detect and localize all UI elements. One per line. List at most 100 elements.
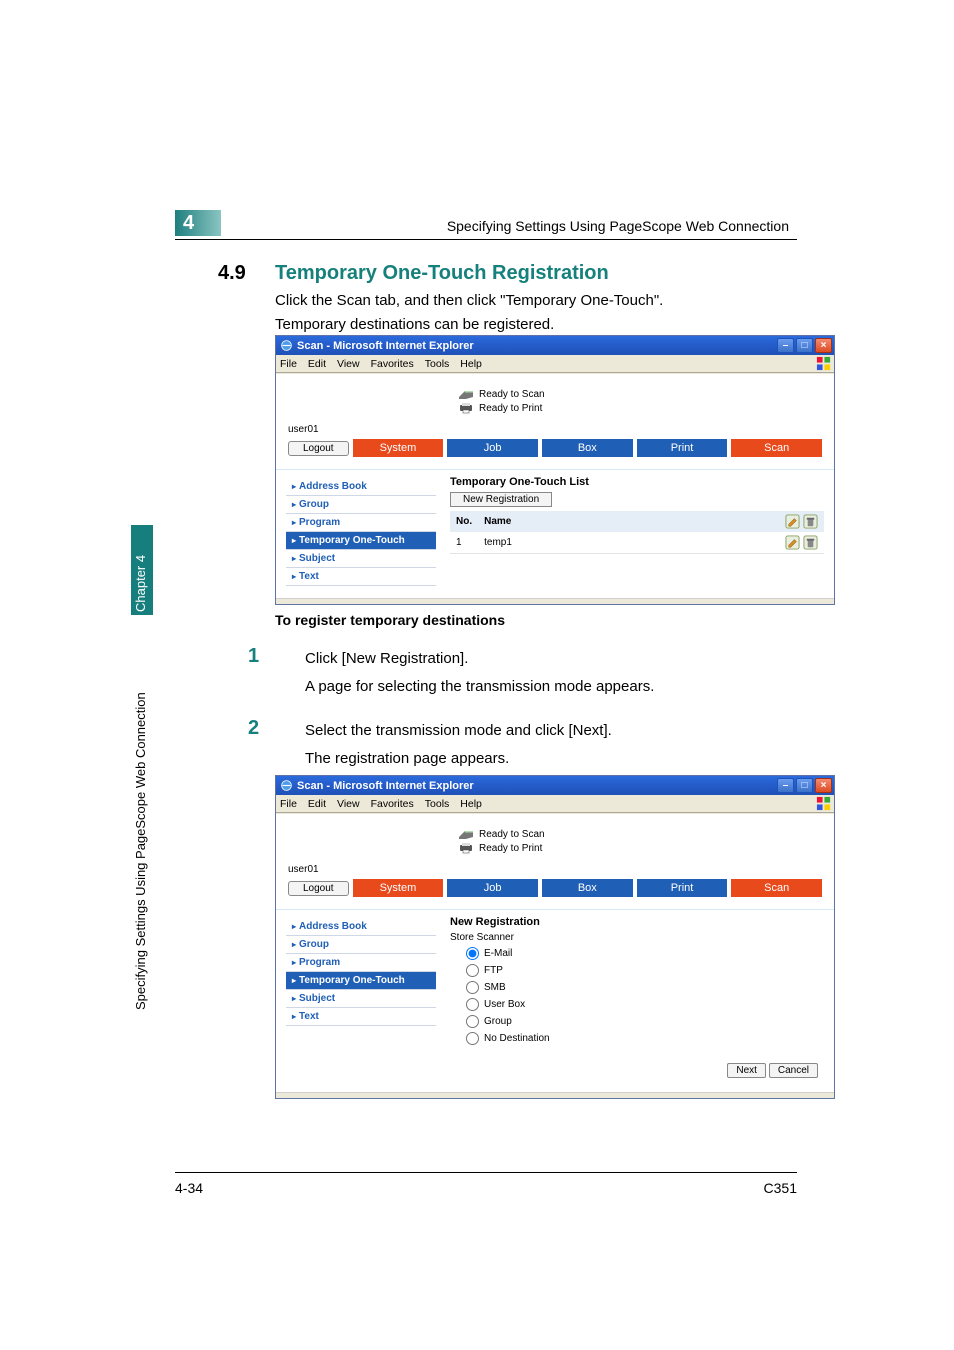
scanner-icon bbox=[458, 828, 474, 840]
radio-userbox[interactable] bbox=[466, 998, 479, 1011]
step-2-text-a: Select the transmission mode and click [… bbox=[305, 722, 612, 739]
maximize-button[interactable]: □ bbox=[796, 778, 813, 793]
user-label: user01 bbox=[288, 424, 822, 435]
side-title-label: Specifying Settings Using PageScope Web … bbox=[133, 692, 148, 1010]
screenshot-2: Scan - Microsoft Internet Explorer – □ ×… bbox=[275, 775, 835, 1099]
minimize-button[interactable]: – bbox=[777, 338, 794, 353]
tab-scan[interactable]: Scan bbox=[731, 439, 822, 457]
pane-title: New Registration bbox=[450, 916, 824, 928]
nav-program[interactable]: Program bbox=[286, 513, 436, 531]
option-ftp: FTP bbox=[484, 965, 503, 976]
edit-icon[interactable] bbox=[785, 514, 800, 529]
tab-scan[interactable]: Scan bbox=[731, 879, 822, 897]
tab-system[interactable]: System bbox=[353, 879, 444, 897]
nav-subject[interactable]: Subject bbox=[286, 989, 436, 1007]
close-button[interactable]: × bbox=[815, 338, 832, 353]
store-scanner-label: Store Scanner bbox=[450, 932, 824, 943]
col-actions bbox=[778, 511, 824, 532]
windows-flag-icon bbox=[816, 356, 831, 370]
nav-program[interactable]: Program bbox=[286, 953, 436, 971]
radio-email[interactable] bbox=[466, 947, 479, 960]
menu-favorites[interactable]: Favorites bbox=[371, 358, 414, 370]
footer-page: 4-34 bbox=[175, 1180, 203, 1196]
step-1-text-a: Click [New Registration]. bbox=[305, 650, 468, 667]
radio-smb[interactable] bbox=[466, 981, 479, 994]
window-title: Scan - Microsoft Internet Explorer bbox=[297, 340, 777, 352]
tab-box[interactable]: Box bbox=[542, 439, 633, 457]
cell-name: temp1 bbox=[478, 532, 778, 554]
screenshot-1: Scan - Microsoft Internet Explorer – □ ×… bbox=[275, 335, 835, 605]
radio-nodest[interactable] bbox=[466, 1032, 479, 1045]
titlebar: Scan - Microsoft Internet Explorer – □ × bbox=[276, 776, 834, 795]
step-2-text-b: The registration page appears. bbox=[305, 750, 509, 767]
tab-system[interactable]: System bbox=[353, 439, 444, 457]
footer-rule bbox=[175, 1172, 797, 1173]
minimize-button[interactable]: – bbox=[777, 778, 794, 793]
col-name: Name bbox=[478, 511, 778, 532]
option-smb: SMB bbox=[484, 982, 506, 993]
menu-view[interactable]: View bbox=[337, 358, 360, 370]
next-button[interactable]: Next bbox=[727, 1063, 766, 1078]
nav-address-book[interactable]: Address Book bbox=[286, 478, 436, 495]
new-registration-button[interactable]: New Registration bbox=[450, 492, 552, 507]
tab-job[interactable]: Job bbox=[447, 439, 538, 457]
step-1-text-b: A page for selecting the transmission mo… bbox=[305, 678, 654, 695]
page: Chapter 4 Specifying Settings Using Page… bbox=[0, 0, 954, 1350]
ie-icon bbox=[280, 339, 293, 352]
status-print: Ready to Print bbox=[458, 402, 822, 414]
nav-group[interactable]: Group bbox=[286, 935, 436, 953]
menu-file[interactable]: File bbox=[280, 798, 297, 810]
tab-job[interactable]: Job bbox=[447, 879, 538, 897]
scanner-icon bbox=[458, 388, 474, 400]
tab-print[interactable]: Print bbox=[637, 879, 728, 897]
intro-line-2: Temporary destinations can be registered… bbox=[275, 314, 554, 335]
content: Ready to Scan Ready to Print user01 Logo… bbox=[276, 373, 834, 598]
option-userbox: User Box bbox=[484, 999, 525, 1010]
nav-temporary-one-touch[interactable]: Temporary One-Touch bbox=[286, 971, 436, 989]
titlebar: Scan - Microsoft Internet Explorer – □ × bbox=[276, 336, 834, 355]
nav-text[interactable]: Text bbox=[286, 1007, 436, 1026]
printer-icon bbox=[458, 402, 474, 414]
close-button[interactable]: × bbox=[815, 778, 832, 793]
menubar: File Edit View Favorites Tools Help bbox=[276, 795, 834, 813]
footer-model: C351 bbox=[764, 1180, 797, 1196]
chapter-badge: 4 bbox=[175, 210, 221, 236]
menu-edit[interactable]: Edit bbox=[308, 358, 326, 370]
maximize-button[interactable]: □ bbox=[796, 338, 813, 353]
content: Ready to Scan Ready to Print user01 Logo… bbox=[276, 813, 834, 1092]
radio-ftp[interactable] bbox=[466, 964, 479, 977]
temporary-list-table: No. Name 1 bbox=[450, 511, 824, 554]
tab-box[interactable]: Box bbox=[542, 879, 633, 897]
logout-button[interactable]: Logout bbox=[288, 881, 349, 896]
logout-button[interactable]: Logout bbox=[288, 441, 349, 456]
menu-tools[interactable]: Tools bbox=[425, 798, 450, 810]
section-number: 4.9 bbox=[218, 262, 246, 285]
menu-view[interactable]: View bbox=[337, 798, 360, 810]
menu-help[interactable]: Help bbox=[460, 358, 482, 370]
tab-print[interactable]: Print bbox=[637, 439, 728, 457]
menu-favorites[interactable]: Favorites bbox=[371, 798, 414, 810]
menubar: File Edit View Favorites Tools Help bbox=[276, 355, 834, 373]
cell-no: 1 bbox=[450, 532, 478, 554]
header-rule bbox=[175, 239, 797, 240]
delete-icon[interactable] bbox=[803, 514, 818, 529]
delete-icon[interactable] bbox=[803, 535, 818, 550]
status-scan: Ready to Scan bbox=[458, 388, 822, 400]
menu-tools[interactable]: Tools bbox=[425, 358, 450, 370]
nav-address-book[interactable]: Address Book bbox=[286, 918, 436, 935]
cancel-button[interactable]: Cancel bbox=[769, 1063, 818, 1078]
windows-flag-icon bbox=[816, 796, 831, 810]
edit-icon[interactable] bbox=[785, 535, 800, 550]
option-nodest: No Destination bbox=[484, 1033, 550, 1044]
window-title: Scan - Microsoft Internet Explorer bbox=[297, 780, 777, 792]
menu-file[interactable]: File bbox=[280, 358, 297, 370]
nav-subject[interactable]: Subject bbox=[286, 549, 436, 567]
menu-help[interactable]: Help bbox=[460, 798, 482, 810]
menu-edit[interactable]: Edit bbox=[308, 798, 326, 810]
nav-group[interactable]: Group bbox=[286, 495, 436, 513]
main-pane: New Registration Store Scanner E-Mail FT… bbox=[446, 910, 834, 1092]
radio-group[interactable] bbox=[466, 1015, 479, 1028]
nav-temporary-one-touch[interactable]: Temporary One-Touch bbox=[286, 531, 436, 549]
nav-text[interactable]: Text bbox=[286, 567, 436, 586]
pane-title: Temporary One-Touch List bbox=[450, 476, 824, 488]
